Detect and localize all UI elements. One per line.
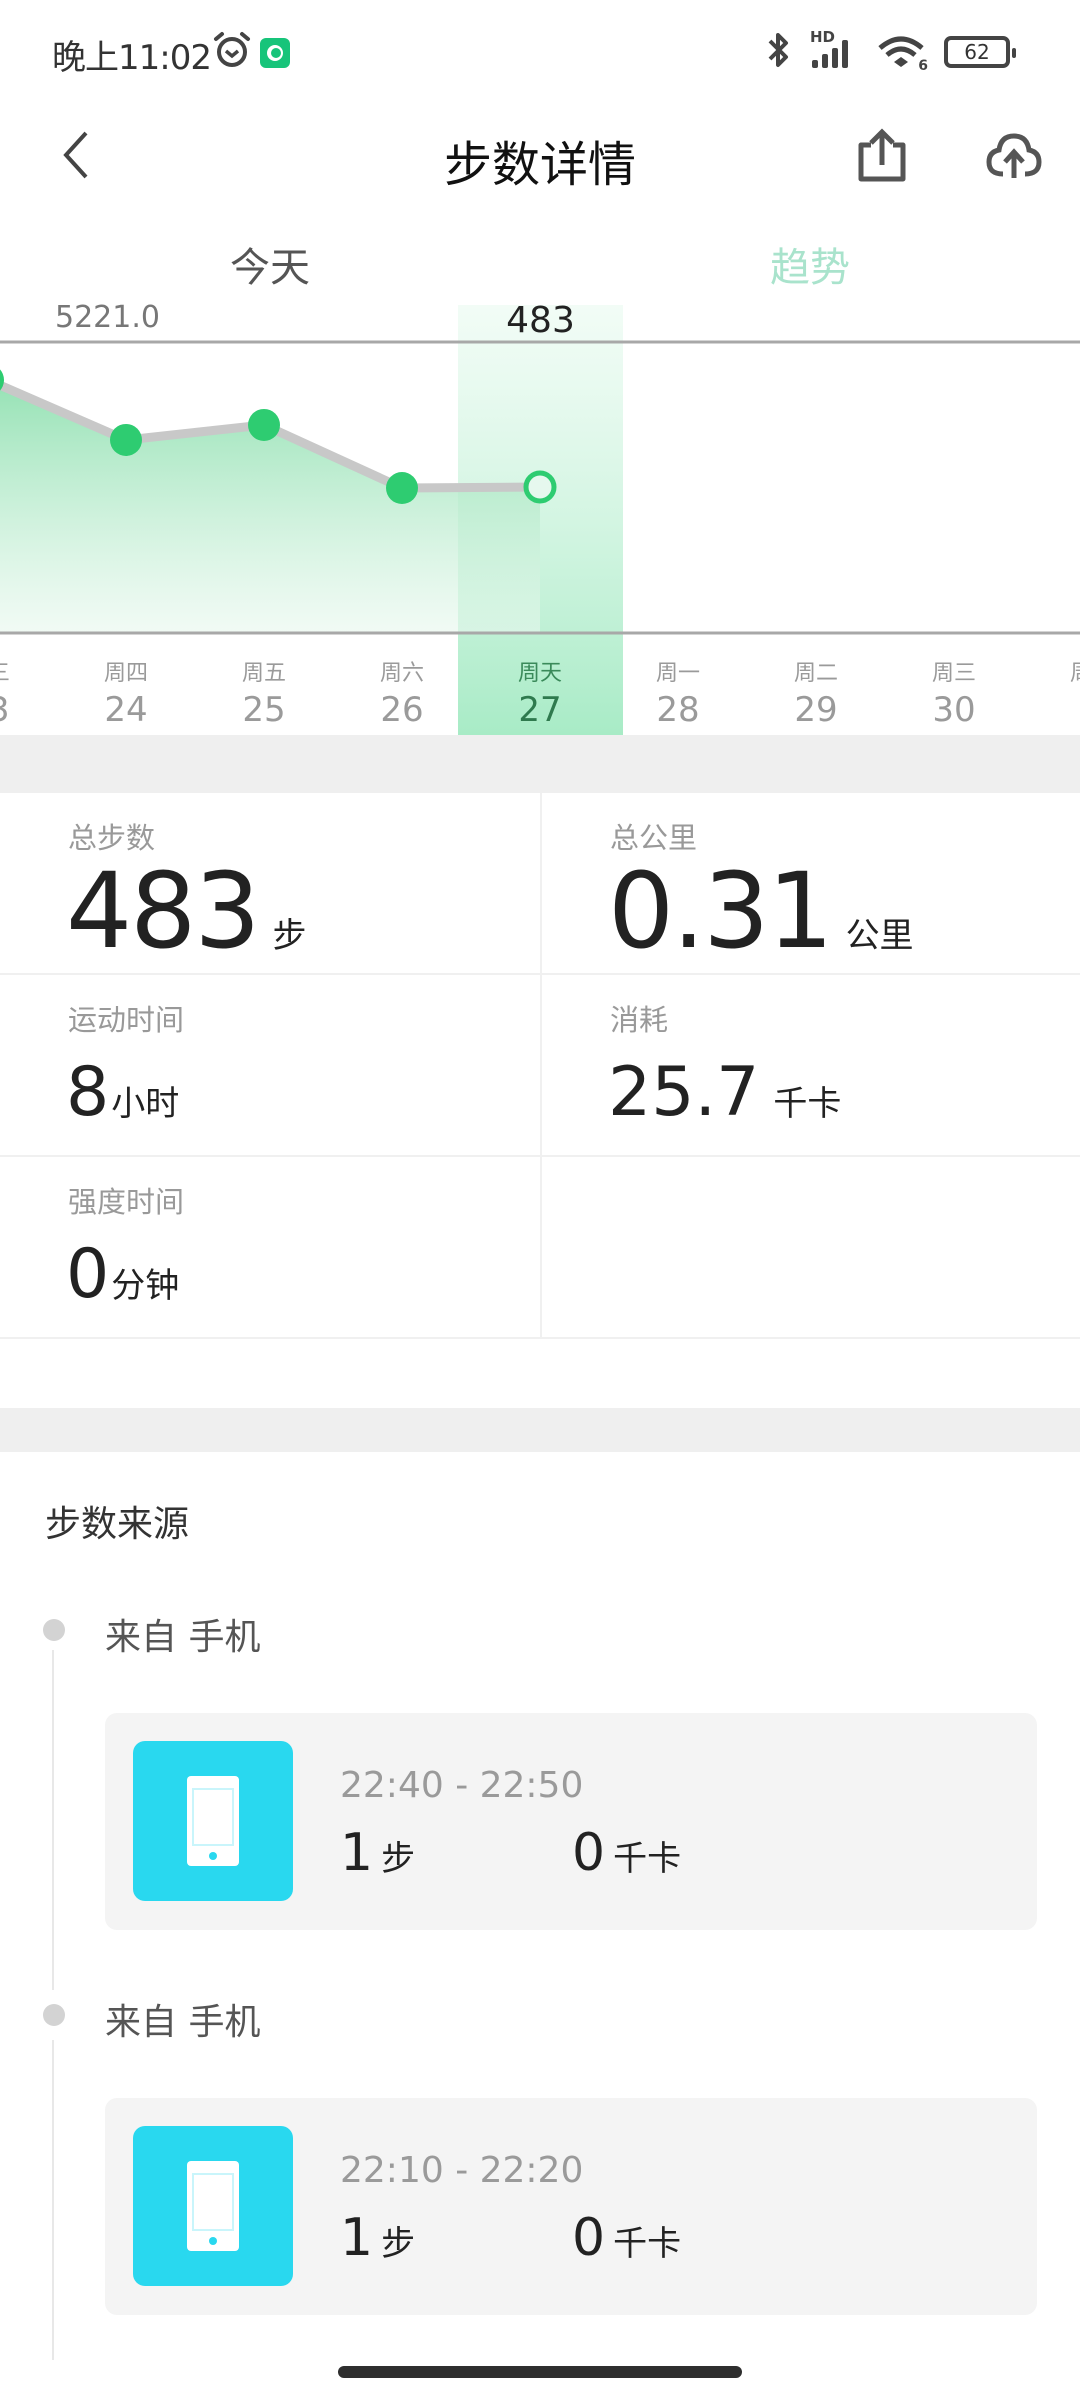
x-tick-weekday[interactable]: 周五 bbox=[204, 655, 324, 687]
timeline-line bbox=[52, 2040, 54, 2360]
wifi-type-label: 6 bbox=[918, 58, 928, 74]
stat-unit: 小时 bbox=[111, 1084, 180, 1124]
section-divider bbox=[0, 1408, 1080, 1452]
chart-selected-value-label: 483 bbox=[506, 300, 575, 341]
share-button[interactable] bbox=[842, 115, 922, 195]
stats-grid: 总步数 483 步 总公里 0.31 公里 运动时间 8 小时 消耗 25.7 千卡 强… bbox=[0, 793, 1080, 1340]
source-time-range: 22:10 - 22:20 bbox=[340, 2150, 584, 2191]
source-kcal-unit: 千卡 bbox=[613, 2224, 682, 2264]
tab-trend[interactable]: 趋势 bbox=[660, 235, 960, 293]
stat-value: 25.7 bbox=[608, 1053, 760, 1132]
source-time-range: 22:40 - 22:50 bbox=[340, 1765, 584, 1806]
timeline-dot bbox=[43, 1619, 65, 1641]
share-icon bbox=[858, 128, 906, 182]
stat-value: 483 bbox=[66, 850, 261, 972]
phone-icon bbox=[133, 2126, 293, 2286]
bluetooth-icon bbox=[766, 30, 792, 74]
stat-intensity-time: 强度时间 0 分钟 bbox=[0, 1157, 540, 1339]
wifi-icon: 6 bbox=[876, 32, 928, 74]
stat-exercise-time: 运动时间 8 小时 bbox=[0, 975, 540, 1157]
source-label: 来自 手机 bbox=[105, 2002, 261, 2043]
x-tick-date[interactable]: 26 bbox=[342, 690, 462, 730]
x-tick-weekday[interactable]: 周四 bbox=[66, 655, 186, 687]
x-tick-date[interactable]: 25 bbox=[204, 690, 324, 730]
stat-label: 运动时间 bbox=[68, 1003, 185, 1037]
cloud-upload-button[interactable] bbox=[974, 115, 1054, 195]
stat-empty bbox=[540, 1157, 1080, 1339]
source-kcal: 0 bbox=[572, 2208, 606, 2268]
timeline-line bbox=[52, 1650, 54, 1990]
x-tick-weekday[interactable]: 周四 bbox=[1032, 655, 1080, 687]
stat-unit: 公里 bbox=[845, 916, 914, 956]
cloud-upload-icon bbox=[986, 133, 1042, 178]
stat-calories: 消耗 25.7 千卡 bbox=[540, 975, 1080, 1157]
stat-total-km: 总公里 0.31 公里 bbox=[540, 793, 1080, 975]
x-tick-date[interactable]: 23 bbox=[0, 690, 48, 730]
x-tick-weekday[interactable]: 周三 bbox=[0, 655, 48, 687]
source-steps: 1 bbox=[340, 2208, 374, 2268]
stat-unit: 千卡 bbox=[773, 1084, 842, 1124]
stat-label: 消耗 bbox=[610, 1003, 669, 1037]
x-tick-date[interactable]: 27 bbox=[480, 690, 600, 730]
x-tick-date[interactable]: 28 bbox=[618, 690, 738, 730]
chart-point bbox=[386, 472, 418, 505]
source-label: 来自 手机 bbox=[105, 1617, 261, 1658]
stat-value: 0.31 bbox=[608, 850, 834, 972]
sources-title: 步数来源 bbox=[45, 1504, 190, 1545]
x-tick-weekday[interactable]: 周三 bbox=[894, 655, 1014, 687]
source-steps: 1 bbox=[340, 1823, 374, 1883]
source-kcal-unit: 千卡 bbox=[613, 1839, 682, 1879]
chart-max-label: 5221.0 bbox=[55, 300, 160, 335]
x-tick-date[interactable]: 24 bbox=[66, 690, 186, 730]
chart-point-selected bbox=[523, 470, 557, 504]
stat-unit: 步 bbox=[272, 916, 307, 956]
app-notification-icon bbox=[260, 38, 290, 68]
x-tick-weekday[interactable]: 周六 bbox=[342, 655, 462, 687]
status-time: 晚上11:02 bbox=[52, 38, 212, 78]
stat-unit: 分钟 bbox=[111, 1266, 180, 1306]
status-icons: HD 6 62 bbox=[766, 28, 1016, 74]
stat-label: 强度时间 bbox=[68, 1185, 185, 1219]
stat-value: 8 bbox=[66, 1053, 110, 1132]
source-card[interactable]: 22:10 - 22:20 1步 0 千卡 bbox=[105, 2098, 1037, 2315]
x-tick-weekday[interactable]: 周二 bbox=[756, 655, 876, 687]
x-tick-date[interactable]: 29 bbox=[756, 690, 876, 730]
source-steps-unit: 步 bbox=[381, 1839, 416, 1879]
stat-value: 0 bbox=[66, 1235, 110, 1314]
battery-icon: 62 bbox=[944, 36, 1016, 68]
battery-level: 62 bbox=[964, 40, 990, 64]
source-card[interactable]: 22:40 - 22:50 1步 0 千卡 bbox=[105, 1713, 1037, 1930]
x-tick-date[interactable]: 30 bbox=[894, 690, 1014, 730]
stat-total-steps: 总步数 483 步 bbox=[0, 793, 540, 975]
phone-icon bbox=[133, 1741, 293, 1901]
section-divider bbox=[0, 735, 1080, 793]
alarm-icon bbox=[212, 30, 252, 74]
chart-point bbox=[110, 423, 142, 456]
tab-today[interactable]: 今天 bbox=[120, 235, 420, 293]
x-tick-weekday[interactable]: 周天 bbox=[480, 655, 600, 687]
source-kcal: 0 bbox=[572, 1823, 606, 1883]
chart-point bbox=[248, 408, 280, 441]
source-steps-unit: 步 bbox=[381, 2224, 416, 2264]
home-indicator[interactable] bbox=[338, 2366, 742, 2378]
signal-icon: HD bbox=[810, 28, 858, 72]
timeline-dot bbox=[43, 2004, 65, 2026]
x-tick-weekday[interactable]: 周一 bbox=[618, 655, 738, 687]
x-tick-date[interactable]: 1 bbox=[1032, 690, 1080, 730]
